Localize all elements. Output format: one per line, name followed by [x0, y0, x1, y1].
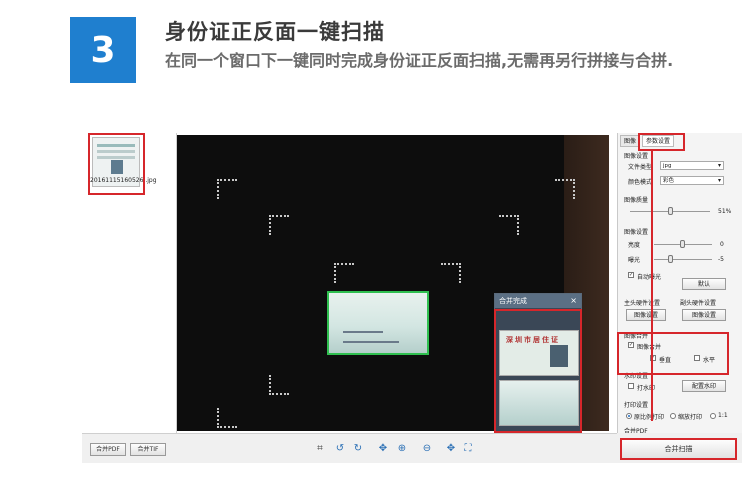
fullscreen-icon[interactable]: ⛶: [462, 443, 474, 455]
zoom-out-icon[interactable]: ⊖: [421, 443, 433, 455]
color-mode-select[interactable]: 彩色: [660, 176, 724, 185]
close-icon[interactable]: ×: [570, 294, 577, 308]
print-1to1-radio[interactable]: [710, 413, 716, 419]
page-description: 在同一个窗口下一键同时完成身份证正反面扫描,无需再另行拼接与合拼.: [165, 51, 674, 70]
tab-image[interactable]: 图像: [620, 135, 641, 147]
main-image-settings-button[interactable]: 图像设置: [626, 309, 666, 321]
crop-icon[interactable]: ⌗: [314, 443, 326, 455]
merge-pdf-button[interactable]: 合并PDF: [90, 443, 126, 456]
print-original-ratio-label: 原比例打印: [634, 414, 665, 421]
popup-highlight-frame: [494, 309, 582, 433]
crop-corner: [269, 215, 289, 235]
merge-scan-area: 合并扫描: [617, 433, 742, 463]
move-icon[interactable]: ✥: [445, 443, 457, 455]
exposure-label: 曝光: [628, 257, 641, 264]
merge-tif-button[interactable]: 合并TIF: [130, 443, 166, 456]
fit-icon[interactable]: ✥: [377, 443, 389, 455]
sub-image-settings-button[interactable]: 图像设置: [682, 309, 726, 321]
watermark-checkbox[interactable]: [628, 383, 634, 389]
image-quality-slider-knob[interactable]: [668, 207, 673, 215]
step-number-badge: 3: [70, 17, 136, 83]
scanner-app-window: 20161115160526 .jpg 合并完成 × 深圳市居住证 图像 参数设…: [82, 133, 742, 463]
print-heading: 打印设置: [624, 402, 649, 409]
image-adjust-heading: 图像设置: [624, 229, 649, 236]
exposure-value: -5: [718, 256, 724, 263]
id-card-preview[interactable]: [327, 291, 429, 355]
configure-watermark-button[interactable]: 配置水印: [682, 380, 726, 392]
crop-corner: [499, 215, 519, 235]
image-quality-label: 图像质量: [624, 197, 649, 204]
auto-exposure-checkbox[interactable]: ✓: [628, 272, 634, 278]
exposure-slider-knob[interactable]: [668, 255, 673, 263]
bottom-toolbar: 合并PDF 合并TIF ⌗ ↺ ↻ ✥ ⊕ ⊖ ✥ ⛶: [82, 433, 617, 463]
crop-corner: [555, 179, 575, 199]
card-text-line: [343, 341, 399, 343]
image-quality-value: 51%: [718, 208, 732, 215]
connector-line: [651, 151, 653, 421]
print-scaled-radio[interactable]: [670, 413, 676, 419]
brightness-slider-knob[interactable]: [680, 240, 685, 248]
page-title: 身份证正反面一键扫描: [165, 20, 385, 44]
settings-panel: 图像 参数设置 图像设置 文件类型 jpg 颜色模式 彩色 图像质量 51% 图…: [617, 133, 742, 435]
crop-corner: [217, 408, 237, 428]
exposure-slider[interactable]: [654, 259, 712, 260]
zoom-in-icon[interactable]: ⊕: [396, 443, 408, 455]
image-settings-heading: 图像设置: [624, 153, 649, 160]
crop-corner: [441, 263, 461, 283]
crop-corner: [334, 263, 354, 283]
crop-corner: [217, 179, 237, 199]
tab-highlight-frame: [638, 133, 685, 151]
rotate-right-icon[interactable]: ↻: [352, 443, 364, 455]
print-original-ratio-radio[interactable]: [626, 413, 632, 419]
sub-hardware-label: 副头硬件设置: [680, 300, 717, 307]
rotate-left-icon[interactable]: ↺: [334, 443, 346, 455]
print-1to1-label: 1:1: [718, 412, 728, 419]
card-text-line: [343, 331, 383, 333]
print-scaled-label: 缩放打印: [678, 414, 703, 421]
brightness-value: 0: [720, 241, 724, 248]
file-type-select[interactable]: jpg: [660, 161, 724, 170]
auto-exposure-label: 自动曝光: [637, 274, 662, 281]
file-type-label: 文件类型: [628, 164, 653, 171]
thumbnail-panel: 20161115160526 .jpg: [82, 133, 177, 433]
popup-title: 合并完成: [495, 294, 581, 308]
preview-canvas: 合并完成 × 深圳市居住证: [177, 133, 617, 433]
default-button[interactable]: 默认: [682, 278, 726, 290]
crop-corner: [269, 375, 289, 395]
brightness-label: 亮度: [628, 242, 641, 249]
merge-settings-highlight-frame: [617, 332, 729, 375]
thumbnail-highlight-frame: [88, 133, 145, 195]
color-mode-label: 颜色模式: [628, 179, 653, 186]
main-hardware-label: 主头硬件设置: [624, 300, 661, 307]
merge-scan-button[interactable]: 合并扫描: [620, 438, 737, 460]
